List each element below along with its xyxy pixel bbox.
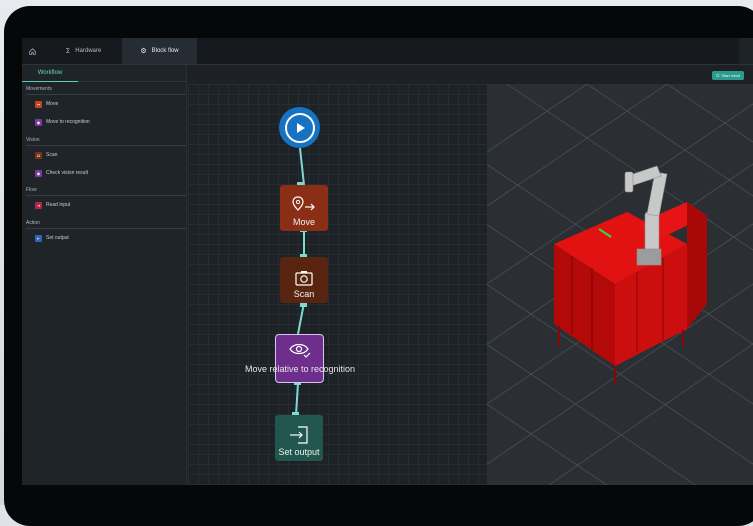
tab-block-flow-label: Block flow [151, 48, 179, 54]
sidebar-item-read-input[interactable]: ⇥ Read input [35, 200, 70, 210]
output-icon: ⇤ [35, 234, 42, 242]
robot-3d-viewport[interactable] [487, 84, 753, 485]
window-edge [739, 38, 753, 64]
canvas-toolbar: ⏻ Start robot [188, 65, 753, 84]
eye-icon: ◉ [35, 169, 42, 177]
output-icon [290, 426, 308, 444]
viewport-scene [487, 84, 753, 485]
flow-block-label: Move relative to recognition [244, 364, 356, 374]
start-robot-button[interactable]: ⏻ Start robot [712, 71, 744, 80]
robot-cell [554, 202, 707, 384]
divider [26, 94, 186, 95]
divider [26, 228, 186, 229]
flow-block-label: Move [292, 217, 315, 227]
eye-icon: ◉ [35, 118, 42, 126]
start-robot-label: Start robot [721, 73, 740, 78]
move-icon [292, 196, 315, 211]
flow-block-scan[interactable]: Scan [280, 257, 328, 303]
camera-icon [295, 271, 313, 286]
tab-hardware[interactable]: ⵉ Hardware [46, 38, 121, 64]
sidebar-item-label: Scan [46, 152, 58, 158]
power-icon: ⏻ [716, 73, 720, 78]
category-action: Action [26, 220, 40, 226]
sidebar-item-move-to-recognition[interactable]: ◉ Move to recognition [35, 117, 90, 127]
sidebar: Workflow Movements ↦ Move ◉ Move to reco… [22, 65, 187, 485]
sidebar-item-label: Set output [46, 235, 69, 241]
tab-workflow[interactable]: Workflow [22, 65, 78, 82]
sidebar-item-label: Move [46, 101, 59, 107]
play-icon [284, 112, 315, 143]
flow-block-move-relative-to-recognition[interactable] [275, 334, 324, 383]
sidebar-item-move[interactable]: ↦ Move [35, 99, 58, 109]
flow-start-node[interactable] [279, 107, 320, 148]
device-frame: ⵉ Hardware ⚙ Block flow Workflow Movemen… [0, 0, 753, 526]
app-window: ⵉ Hardware ⚙ Block flow Workflow Movemen… [22, 38, 753, 485]
divider [26, 145, 186, 146]
category-flow: Flow [26, 187, 37, 193]
flow-block-label: Set output [278, 447, 320, 457]
input-icon: ⇥ [35, 201, 42, 209]
sidebar-item-set-output[interactable]: ⇤ Set output [35, 233, 69, 243]
divider [78, 81, 187, 82]
tab-hardware-label: Hardware [75, 48, 102, 54]
flow-block-set-output[interactable]: Set output [275, 415, 323, 461]
sidebar-item-label: Check vision result [46, 170, 88, 176]
tab-block-flow[interactable]: ⚙ Block flow [122, 38, 197, 64]
camera-icon: ◘ [35, 151, 42, 159]
hardware-icon: ⵉ [65, 48, 71, 55]
sidebar-item-scan[interactable]: ◘ Scan [35, 150, 57, 160]
flow-block-move[interactable]: Move [280, 185, 328, 231]
flow-connectors [292, 147, 307, 418]
divider [26, 195, 186, 196]
tab-home[interactable] [22, 38, 42, 64]
move-icon: ↦ [35, 100, 42, 108]
gear-icon: ⚙ [140, 48, 147, 55]
sidebar-item-check-vision-result[interactable]: ◉ Check vision result [35, 168, 88, 178]
home-icon [28, 47, 36, 55]
category-vision: Vision [26, 137, 40, 143]
sidebar-item-label: Read input [46, 202, 71, 208]
category-movements: Movements [26, 86, 52, 92]
flow-block-label: Scan [293, 289, 315, 299]
sidebar-item-label: Move to recognition [46, 119, 90, 125]
top-tab-bar: ⵉ Hardware ⚙ Block flow [22, 38, 753, 64]
eye-icon [288, 343, 310, 358]
